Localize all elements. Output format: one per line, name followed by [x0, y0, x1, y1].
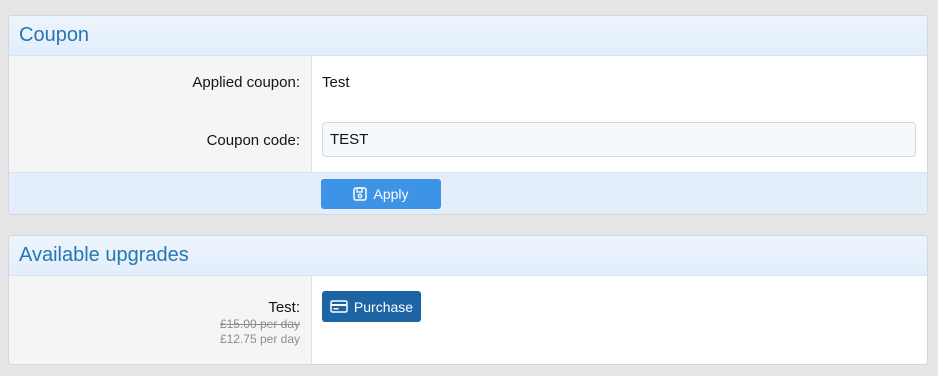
upgrade-new-price: £12.75 per day — [219, 332, 300, 346]
apply-button-label: Apply — [373, 186, 409, 202]
upgrade-old-price: £15.00 per day — [219, 317, 300, 331]
upgrades-block: Available upgrades Test: £15.00 per day … — [8, 235, 928, 365]
coupon-code-row: Coupon code: — [9, 108, 927, 172]
upgrade-action-cell: Purchase — [312, 276, 927, 364]
coupon-header: Coupon — [9, 16, 927, 56]
upgrades-title: Available upgrades — [19, 244, 189, 266]
upgrade-row: Test: £15.00 per day £12.75 per day Purc… — [9, 276, 927, 364]
coupon-code-input[interactable] — [322, 122, 916, 157]
save-icon — [353, 187, 368, 201]
coupon-block: Coupon Applied coupon: Test Coupon code:… — [8, 15, 928, 215]
credit-card-icon — [330, 300, 348, 313]
purchase-button[interactable]: Purchase — [322, 291, 421, 322]
apply-button[interactable]: Apply — [321, 179, 441, 209]
applied-coupon-row: Applied coupon: Test — [9, 56, 927, 108]
applied-coupon-value: Test — [322, 74, 350, 91]
applied-coupon-label: Applied coupon: — [9, 56, 312, 108]
upgrade-info: Test: £15.00 per day £12.75 per day — [9, 276, 312, 364]
upgrades-header: Available upgrades — [9, 236, 927, 276]
upgrade-name: Test: — [268, 299, 300, 316]
purchase-button-label: Purchase — [353, 298, 414, 315]
coupon-code-cell — [312, 108, 927, 172]
coupon-footer: Apply — [9, 172, 927, 214]
coupon-title: Coupon — [19, 24, 90, 46]
coupon-code-label: Coupon code: — [9, 108, 312, 172]
